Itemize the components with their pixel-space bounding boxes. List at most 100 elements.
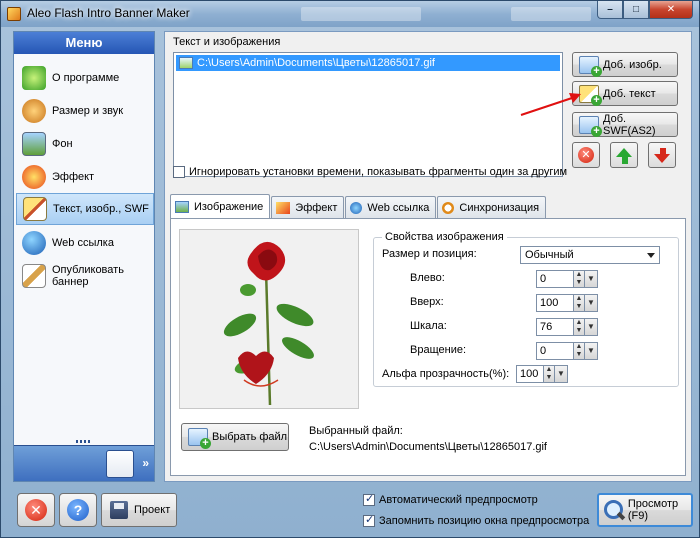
- menu-item-label: Опубликовать баннер: [52, 264, 124, 288]
- button-label: Проект: [134, 504, 171, 516]
- maximize-button[interactable]: □: [623, 1, 649, 19]
- help-button[interactable]: ?: [59, 493, 97, 527]
- menu-item-text-image-swf[interactable]: Текст, изобр., SWF: [16, 193, 154, 225]
- choose-file-button[interactable]: Выбрать файл: [181, 423, 289, 451]
- scale-input[interactable]: 76: [536, 318, 574, 336]
- exit-button[interactable]: ✕: [17, 493, 55, 527]
- background-tab-ghost: [511, 7, 591, 21]
- ignore-timing-checkbox[interactable]: Игнорировать установки времени, показыва…: [173, 166, 567, 178]
- chevron-right-icon[interactable]: »: [142, 456, 149, 470]
- file-list[interactable]: C:\Users\Admin\Documents\Цветы\12865017.…: [173, 52, 563, 177]
- image-file-icon: [179, 57, 193, 69]
- selected-file-path: C:\Users\Admin\Documents\Цветы\12865017.…: [309, 441, 547, 453]
- minimize-button[interactable]: –: [597, 1, 623, 19]
- menu-item-label: Фон: [52, 138, 73, 150]
- rotation-input[interactable]: 0: [536, 342, 574, 360]
- auto-preview-checkbox[interactable]: Автоматический предпросмотр: [363, 492, 538, 506]
- menu-item-label: Текст, изобр., SWF: [53, 203, 149, 215]
- tab-sync[interactable]: Синхронизация: [437, 196, 547, 218]
- tab-image[interactable]: Изображение: [170, 194, 271, 218]
- tab-web-link[interactable]: Web ссылка: [345, 196, 437, 218]
- close-window-button[interactable]: ✕: [649, 1, 693, 19]
- scale-label: Шкала:: [410, 320, 447, 332]
- menu-item-label: Размер и звук: [52, 105, 124, 117]
- menu-item-label: Web ссылка: [52, 237, 114, 249]
- size-position-select[interactable]: Обычный: [520, 246, 660, 264]
- delete-icon: ✕: [578, 147, 594, 163]
- menu-item-size-sound[interactable]: Размер и звук: [16, 95, 154, 127]
- remember-position-checkbox[interactable]: Запомнить позицию окна предпросмотра: [363, 513, 590, 527]
- menu-item-background[interactable]: Фон: [16, 128, 154, 160]
- add-image-icon: [579, 55, 602, 77]
- properties-title: Свойства изображения: [382, 231, 507, 243]
- tab-label: Web ссылка: [367, 201, 430, 214]
- spin-reset-icon[interactable]: ▼: [585, 270, 598, 288]
- checkbox-label: Запомнить позицию окна предпросмотра: [379, 515, 590, 527]
- rotation-label: Вращение:: [410, 344, 467, 356]
- exit-icon: ✕: [25, 499, 47, 521]
- size-position-label: Размер и позиция:: [382, 248, 477, 260]
- spin-reset-icon[interactable]: ▼: [585, 342, 598, 360]
- left-spinner[interactable]: 0 ▲ ▼ ▼: [536, 270, 598, 288]
- section-title: Текст и изображения: [173, 36, 281, 48]
- tab-label: Эффект: [295, 201, 338, 214]
- side-menu: Меню О программе Размер и звук Фон Эффек…: [13, 31, 155, 482]
- help-icon: ?: [67, 499, 89, 521]
- rotation-spinner[interactable]: 0 ▲ ▼ ▼: [536, 342, 598, 360]
- left-input[interactable]: 0: [536, 270, 574, 288]
- menu-footer-pencil-icon[interactable]: [106, 450, 134, 478]
- checkbox-label: Игнорировать установки времени, показыва…: [189, 166, 568, 178]
- checkbox-label: Автоматический предпросмотр: [379, 494, 538, 506]
- menu-item-effect[interactable]: Эффект: [16, 161, 154, 193]
- spin-updown-icon[interactable]: ▲ ▼: [574, 342, 585, 360]
- spin-updown-icon[interactable]: ▲ ▼: [574, 318, 585, 336]
- tab-label: Изображение: [194, 200, 264, 213]
- delete-item-button[interactable]: ✕: [572, 142, 600, 168]
- splitter-grip[interactable]: [76, 440, 92, 443]
- file-list-item[interactable]: C:\Users\Admin\Documents\Цветы\12865017.…: [176, 55, 560, 71]
- top-spinner[interactable]: 100 ▲ ▼ ▼: [536, 294, 598, 312]
- alpha-spinner[interactable]: 100 ▲ ▼ ▼: [516, 365, 578, 383]
- magnifier-icon: [603, 499, 623, 521]
- selected-file-label: Выбранный файл:: [309, 425, 403, 437]
- move-up-button[interactable]: [610, 142, 638, 168]
- home-icon: [22, 66, 46, 90]
- spin-updown-icon[interactable]: ▲ ▼: [574, 270, 585, 288]
- image-tab-panel: Свойства изображения Размер и позиция: О…: [170, 218, 686, 476]
- project-button[interactable]: Проект: [101, 493, 177, 527]
- checkbox-box[interactable]: [363, 513, 375, 527]
- add-image-button[interactable]: Доб. изобр.: [572, 52, 678, 77]
- checkbox-box[interactable]: [363, 492, 375, 506]
- spin-reset-icon[interactable]: ▼: [585, 294, 598, 312]
- spin-reset-icon[interactable]: ▼: [585, 318, 598, 336]
- menu-item-web-link[interactable]: Web ссылка: [16, 227, 154, 259]
- top-input[interactable]: 100: [536, 294, 574, 312]
- content-panel: Текст и изображения C:\Users\Admin\Docum…: [164, 31, 692, 482]
- alpha-input[interactable]: 100: [516, 365, 544, 383]
- button-label: Доб. изобр.: [603, 58, 662, 71]
- tab-label: Синхронизация: [459, 201, 540, 214]
- menu-item-publish[interactable]: Опубликовать баннер: [16, 260, 154, 292]
- menu-item-about[interactable]: О программе: [16, 62, 154, 94]
- arrow-up-stem: [622, 157, 628, 164]
- publish-icon: [22, 264, 46, 288]
- arrow-down-icon: [654, 153, 670, 163]
- checkbox-box[interactable]: [173, 166, 185, 178]
- spin-reset-icon[interactable]: ▼: [555, 365, 568, 383]
- button-label: Просмотр (F9): [627, 498, 679, 522]
- preview-button[interactable]: Просмотр (F9): [597, 493, 693, 527]
- window-controls: – □ ✕: [597, 1, 693, 19]
- tab-effect[interactable]: Эффект: [271, 196, 345, 218]
- floppy-disk-icon: [110, 501, 128, 519]
- title-bar[interactable]: Aleo Flash Intro Banner Maker – □ ✕: [1, 1, 699, 27]
- tab-strip: Изображение Эффект Web ссылка Синхрониза…: [170, 194, 547, 218]
- spin-updown-icon[interactable]: ▲ ▼: [544, 365, 555, 383]
- alpha-label: Альфа прозрачность(%):: [382, 368, 510, 380]
- scale-spinner[interactable]: 76 ▲ ▼ ▼: [536, 318, 598, 336]
- image-icon: [175, 200, 189, 213]
- window-title: Aleo Flash Intro Banner Maker: [27, 6, 190, 20]
- dropdown-caret-icon: [647, 253, 655, 258]
- spin-updown-icon[interactable]: ▲ ▼: [574, 294, 585, 312]
- move-down-button[interactable]: [648, 142, 676, 168]
- picture-icon: [22, 132, 46, 156]
